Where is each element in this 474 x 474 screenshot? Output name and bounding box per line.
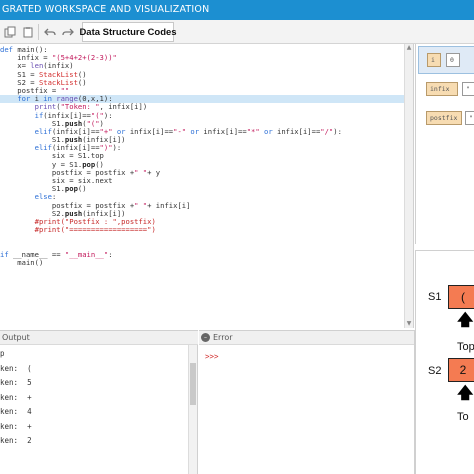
- code-token: (): [77, 77, 87, 87]
- output-title: Output: [2, 333, 30, 342]
- code-token: infix[i]==: [203, 126, 247, 136]
- output-line: p: [0, 349, 5, 358]
- stack-s2-label: S2: [428, 365, 442, 377]
- paste-icon[interactable]: [20, 24, 36, 40]
- code-token: infix[i]==: [277, 126, 321, 136]
- code-editor[interactable]: def main(): infix = "(5+4+2+(2-3))" x= l…: [0, 44, 414, 328]
- variable-chip-postfix-value[interactable]: ": [465, 111, 474, 125]
- output-header: Output: [0, 331, 198, 345]
- code-token: "/": [320, 126, 334, 136]
- arrow-up-icon: 🡅: [457, 383, 474, 402]
- scroll-down-icon[interactable]: ▼: [405, 320, 413, 328]
- variable-chip-i[interactable]: i: [427, 53, 441, 67]
- stack-s1-label: S1: [428, 291, 442, 303]
- code-token: or: [186, 126, 204, 136]
- code-token: infix[i]==: [129, 126, 174, 136]
- toolbar: Data Structure Codes: [0, 20, 474, 44]
- copy-icon[interactable]: [2, 24, 18, 40]
- stack-s1-top-box: (: [448, 285, 474, 309]
- error-panel: – Error >>>: [199, 330, 415, 474]
- code-line[interactable]: main(): [0, 257, 405, 267]
- code-token: " ": [134, 167, 148, 177]
- variable-chip-postfix[interactable]: postfix: [426, 111, 462, 125]
- variable-chip-i-value[interactable]: 0: [446, 53, 460, 67]
- code-token: ):: [103, 110, 113, 120]
- code-token: #print("=================="): [34, 225, 156, 235]
- redo-icon[interactable]: [60, 24, 76, 40]
- scroll-up-icon[interactable]: ▲: [405, 44, 413, 52]
- code-token: main(): [0, 257, 44, 267]
- output-scroll-thumb[interactable]: [190, 363, 196, 405]
- code-token: pop: [64, 184, 78, 194]
- variables-panel: i 0 infix " postfix ": [415, 44, 474, 244]
- output-line: ken: 5: [0, 378, 32, 387]
- output-line: ken: 4: [0, 407, 32, 416]
- code-token: " ": [134, 200, 148, 210]
- code-token: :: [108, 249, 113, 259]
- stack-s2-top-box: 2: [448, 358, 474, 382]
- code-token: (): [77, 184, 87, 194]
- collapse-icon[interactable]: –: [201, 333, 210, 342]
- output-line: ken: (: [0, 363, 32, 373]
- code-line[interactable]: if __name__ == "__main__":: [0, 249, 405, 259]
- output-scrollbar[interactable]: [188, 345, 197, 474]
- stack-s1-top-label: Top: [457, 341, 474, 353]
- error-title: Error: [213, 333, 233, 342]
- code-lines[interactable]: def main(): infix = "(5+4+2+(2-3))" x= l…: [0, 45, 405, 267]
- output-line: ken: +: [0, 421, 32, 431]
- code-token: ):: [112, 143, 122, 153]
- toolbar-separator: [38, 24, 39, 40]
- error-header: – Error: [199, 331, 414, 345]
- output-line: ken: +: [0, 392, 32, 402]
- output-lines: p ken: ( ken: 5 ken: + ken: 4 ken: + ken: 2: [0, 349, 32, 451]
- code-token: + y: [147, 167, 161, 177]
- stack-s2-top-label: To: [457, 411, 469, 423]
- code-token: + infix[i]: [147, 200, 191, 210]
- code-line[interactable]: S1.pop(): [0, 185, 405, 193]
- variable-chip-infix[interactable]: infix: [426, 82, 458, 96]
- variable-chip-infix-value[interactable]: ": [462, 82, 474, 96]
- code-token: "*": [246, 126, 260, 136]
- arrow-up-icon: 🡅: [457, 310, 474, 329]
- output-panel: Output p ken: ( ken: 5 ken: + ken: 4 ken: + ke…: [0, 330, 198, 474]
- error-prompt[interactable]: >>>: [205, 352, 219, 361]
- code-line[interactable]: #print("=================="): [0, 226, 405, 234]
- stack-visualization: S1 ( 🡅 Top S2 2 🡅 To: [415, 250, 474, 474]
- code-token: ):: [333, 126, 342, 136]
- output-line: ken: 2: [0, 436, 32, 445]
- title-bar: GRATED WORKSPACE AND VISUALIZATION: [0, 0, 474, 20]
- code-token: or: [259, 126, 277, 136]
- code-token: "-": [173, 126, 187, 136]
- data-structure-codes-button[interactable]: Data Structure Codes: [79, 22, 177, 42]
- app-title: GRATED WORKSPACE AND VISUALIZATION: [2, 4, 210, 15]
- editor-scrollbar[interactable]: ▲ ▼: [404, 44, 413, 328]
- undo-icon[interactable]: [42, 24, 58, 40]
- code-line[interactable]: [0, 234, 405, 242]
- code-token: "__main__": [64, 249, 109, 259]
